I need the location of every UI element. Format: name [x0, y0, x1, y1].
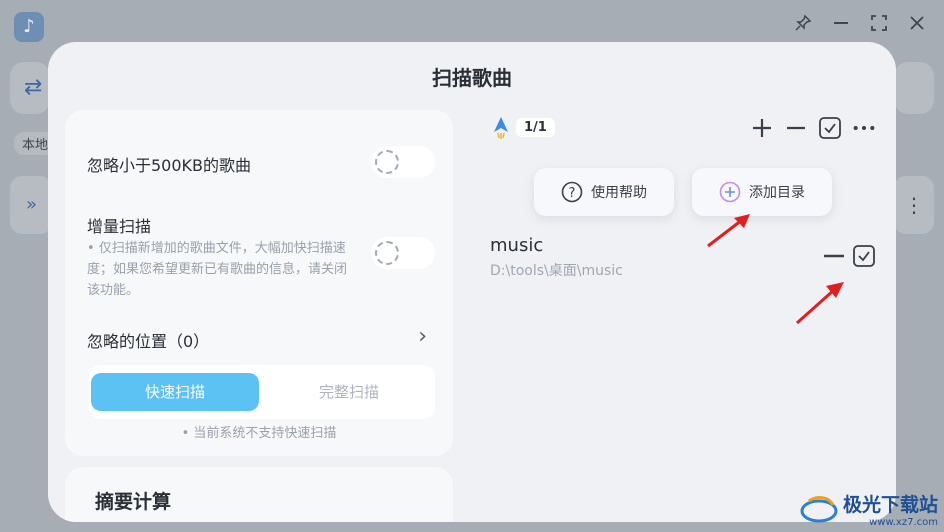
add-folder-icon: [719, 181, 741, 203]
app-logo: ♪: [14, 12, 44, 42]
watermark-logo-icon: [800, 496, 838, 523]
pin-icon[interactable]: [794, 14, 812, 37]
ignored-locations-label[interactable]: 忽略的位置（0）: [87, 328, 209, 352]
scan-songs-dialog: 扫描歌曲 忽略小于500KB的歌曲 增量扫描 • 仅扫描新增加的歌曲文件，大幅加…: [48, 42, 896, 522]
folder-toolbar: [750, 116, 876, 140]
full-scan-button[interactable]: 完整扫描: [265, 373, 433, 411]
add-icon[interactable]: [750, 116, 774, 140]
annotation-arrow-checkbox: [796, 282, 844, 325]
dialog-title: 扫描歌曲: [432, 66, 512, 90]
add-folder-button[interactable]: 添加目录: [692, 168, 832, 216]
close-icon[interactable]: [908, 14, 926, 37]
folder-count-badge: 1/1: [516, 118, 555, 137]
quick-scan-note: • 当前系统不支持快速扫描: [181, 426, 337, 441]
folder-name: music: [490, 235, 544, 256]
incremental-scan-description: • 仅扫描新增加的歌曲文件，大幅加快扫描速度；如果您希望更新已有歌曲的信息，请关…: [87, 241, 348, 298]
add-folder-label: 添加目录: [749, 185, 805, 201]
window-controls: [794, 14, 926, 37]
digest-panel: 摘要计算: [65, 467, 453, 522]
folder-row-tools: [822, 244, 876, 268]
scan-settings-panel: 忽略小于500KB的歌曲 增量扫描 • 仅扫描新增加的歌曲文件，大幅加快扫描速度…: [65, 110, 453, 456]
minimize-icon[interactable]: [832, 14, 850, 37]
help-button[interactable]: ? 使用帮助: [534, 168, 674, 216]
watermark-text: 极光下载站: [842, 494, 938, 516]
background-toolbar-right: [894, 62, 934, 114]
ignore-small-label: 忽略小于500KB的歌曲: [87, 156, 252, 175]
remove-folder-icon[interactable]: [822, 244, 846, 268]
digest-title: 摘要计算: [95, 491, 172, 513]
remove-icon[interactable]: [784, 116, 808, 140]
quick-scan-button[interactable]: 快速扫描: [91, 373, 259, 411]
fullscreen-icon[interactable]: [870, 14, 888, 37]
help-icon: ?: [561, 181, 583, 203]
incremental-scan-label: 增量扫描: [87, 217, 152, 236]
incremental-scan-toggle[interactable]: [371, 237, 435, 269]
svg-text:?: ?: [569, 186, 576, 201]
ignore-small-toggle[interactable]: [371, 146, 435, 178]
rocket-icon: [494, 117, 508, 139]
background-card: »: [10, 176, 52, 234]
annotation-arrow-add: [707, 214, 750, 248]
chevron-right-icon[interactable]: ›: [418, 326, 427, 348]
folder-checkbox-icon[interactable]: [852, 244, 876, 268]
scan-mode-selector: 快速扫描 完整扫描: [89, 365, 435, 419]
more-icon[interactable]: [852, 116, 876, 140]
watermark: 极光下载站 www.xz7.com: [799, 490, 938, 528]
background-toolbar: ⇄: [10, 62, 50, 114]
more-vertical-icon: ⋮: [894, 176, 934, 234]
select-all-checkbox-icon[interactable]: [818, 116, 842, 140]
folder-path: D:\tools\桌面\music: [490, 263, 623, 279]
help-button-label: 使用帮助: [591, 185, 647, 201]
watermark-url: www.xz7.com: [869, 517, 938, 528]
